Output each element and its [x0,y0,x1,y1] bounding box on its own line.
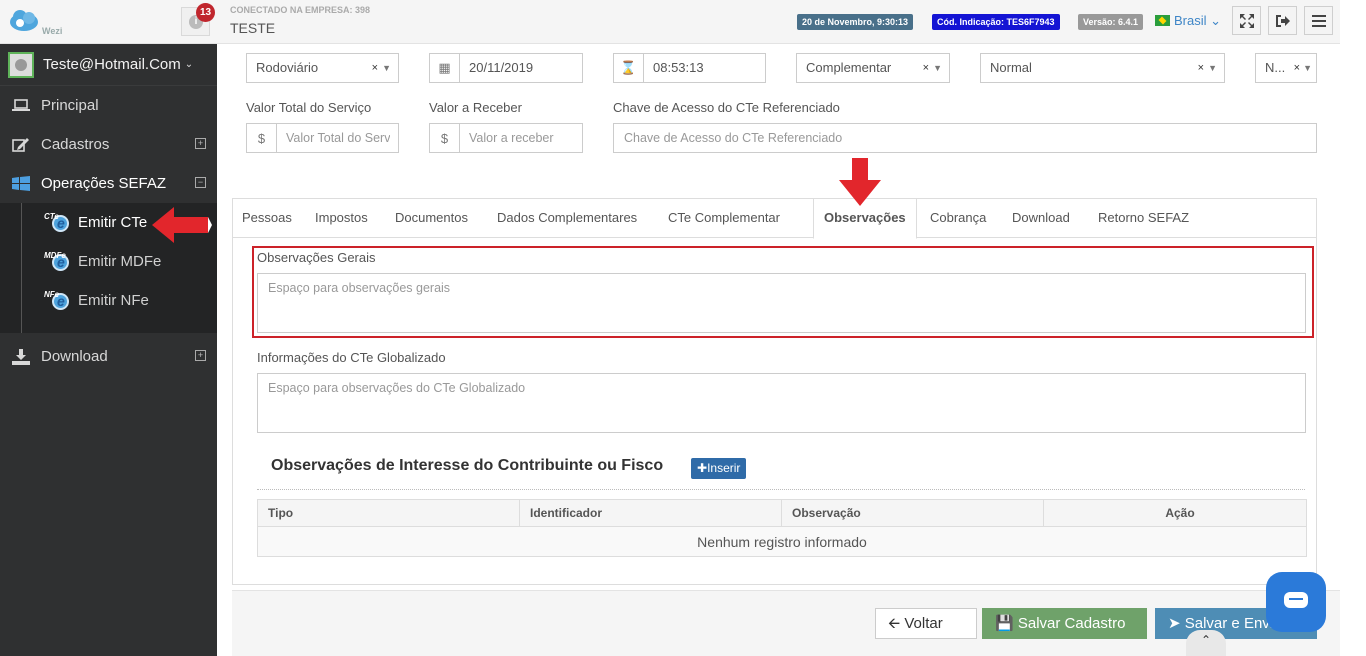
sidebar-item-emitir-mdfe[interactable]: e MDFe Emitir MDFe [0,242,217,281]
obs-gerais-textarea[interactable]: Espaço para observações gerais [257,273,1306,333]
collapse-icon: − [195,177,206,188]
dollar-icon: $ [430,124,460,152]
caret-down-icon: ▼ [933,63,942,73]
clear-icon[interactable]: × [372,54,378,82]
user-name: Teste@Hotmail.Com [43,56,181,73]
expand-icon: + [195,138,206,149]
red-arrow-left-icon [152,207,212,243]
save-icon: 💾 [995,615,1014,632]
dollar-icon: $ [247,124,277,152]
expand-icon: + [195,350,206,361]
hamburger-icon [1311,14,1326,27]
language-selector[interactable]: Brasil ⌄ [1174,13,1221,29]
chat-icon [1284,592,1308,608]
user-menu[interactable]: Teste@Hotmail.Com ⌄ [0,44,217,86]
salvar-cadastro-button[interactable]: 💾 Salvar Cadastro [982,608,1147,639]
date-field[interactable]: ▦ 20/11/2019 [429,53,583,83]
sidebar-item-label: Cadastros [41,136,110,153]
company-name: TESTE [230,20,276,36]
sign-out-icon [1275,14,1290,27]
table-row: Nenhum registro informado [257,526,1307,557]
clear-icon[interactable]: × [1198,54,1204,82]
modal-select[interactable]: Rodoviário × ▼ [246,53,399,83]
sidebar: Wezi Teste@Hotmail.Com ⌄ Principal Cadas… [0,0,217,656]
hourglass-icon: ⌛ [614,54,644,82]
cte-globalizado-textarea[interactable]: Espaço para observações do CTe Globaliza… [257,373,1306,433]
chat-widget-button[interactable] [1266,572,1326,632]
avatar [8,51,34,78]
brazil-flag-icon [1155,15,1170,26]
valor-receber-input[interactable]: $ Valor a receber [429,123,583,153]
logout-button[interactable] [1268,6,1297,35]
fullscreen-button[interactable] [1232,6,1261,35]
notification-badge: 13 [196,3,215,22]
sidebar-item-emitir-nfe[interactable]: e NFe Emitir NFe [0,281,217,320]
valor-total-label: Valor Total do Serviço [246,100,372,115]
column-header-acao: Ação [1043,499,1307,527]
sidebar-item-principal[interactable]: Principal [0,86,217,125]
type-select[interactable]: Complementar × ▼ [796,53,950,83]
time-field[interactable]: ⌛ 08:53:13 [613,53,766,83]
sidebar-item-label: Operações SEFAZ [41,175,167,192]
inserir-button[interactable]: ✚Inserir [691,458,747,479]
laptop-icon [10,98,32,113]
sidebar-item-label: Emitir CTe [78,214,148,231]
arrow-left-icon: 🡨 [888,615,901,632]
observacoes-table: Tipo Identificador Observação Ação Nenhu… [257,499,1307,557]
sidebar-item-download[interactable]: Download + [0,337,217,376]
obs-gerais-label: Observações Gerais [257,250,376,265]
referral-code-badge: Cód. Indicação: TES6F7943 [932,14,1060,30]
red-arrow-down-icon [839,158,881,206]
valor-receber-label: Valor a Receber [429,100,522,115]
sidebar-item-label: Emitir NFe [78,292,149,309]
interesse-heading: Observações de Interesse do Contribuinte… [271,457,664,474]
windows-icon [10,175,32,192]
calendar-icon: ▦ [430,54,460,82]
page-margin [1340,0,1366,656]
sidebar-item-operacoes-sefaz[interactable]: Operações SEFAZ − [0,164,217,203]
version-badge: Versão: 6.4.1 [1078,14,1144,30]
main-content: Rodoviário × ▼ ▦ 20/11/2019 ⌛ 08:53:13 Compl… [217,44,1366,656]
edit-icon [10,137,32,153]
cte-globalizado-label: Informações do CTe Globalizado [257,350,446,365]
menu-button[interactable] [1304,6,1333,35]
plus-icon: ✚ [697,461,708,475]
expand-arrows-icon [1239,13,1254,28]
logo-text: Wezi [42,26,63,36]
paper-plane-icon: ➤ [1168,615,1181,632]
mdfe-icon: e MDFe [44,251,72,273]
sidebar-item-label: Emitir MDFe [78,253,162,270]
voltar-button[interactable]: 🡨 Voltar [875,608,977,639]
clear-icon[interactable]: × [923,54,929,82]
nfe-icon: e NFe [44,290,72,312]
sidebar-item-label: Download [41,348,108,365]
chave-acesso-input[interactable]: Chave de Acesso do CTe Referenciado [613,123,1317,153]
chevron-up-icon[interactable]: ⌃ [1186,630,1226,656]
chave-acesso-label: Chave de Acesso do CTe Referenciado [613,100,840,115]
column-header-observacao: Observação [781,499,1044,527]
chevron-down-icon: ⌄ [184,59,194,70]
clear-icon[interactable]: × [1294,54,1300,82]
column-header-tipo: Tipo [257,499,520,527]
caret-down-icon: ▼ [1303,63,1312,73]
download-icon [10,348,32,365]
chevron-down-icon: ⌄ [1210,13,1222,28]
cloud-logo-icon [10,10,38,31]
extra-select[interactable]: N... × ▼ [1255,53,1317,83]
cte-icon: e CTe [44,212,72,234]
sidebar-item-label: Principal [41,97,99,114]
service-select[interactable]: Normal × ▼ [980,53,1225,83]
connected-label: CONECTADO NA EMPRESA: 398 [230,5,371,15]
valor-total-input[interactable]: $ Valor Total do Serv [246,123,399,153]
column-header-identificador: Identificador [519,499,782,527]
sidebar-item-cadastros[interactable]: Cadastros + [0,125,217,164]
caret-down-icon: ▼ [1208,63,1217,73]
divider [257,489,1305,490]
caret-down-icon: ▼ [382,63,391,73]
date-badge: 20 de Novembro, 9:30:13 [797,14,914,30]
empty-message: Nenhum registro informado [257,526,1307,557]
